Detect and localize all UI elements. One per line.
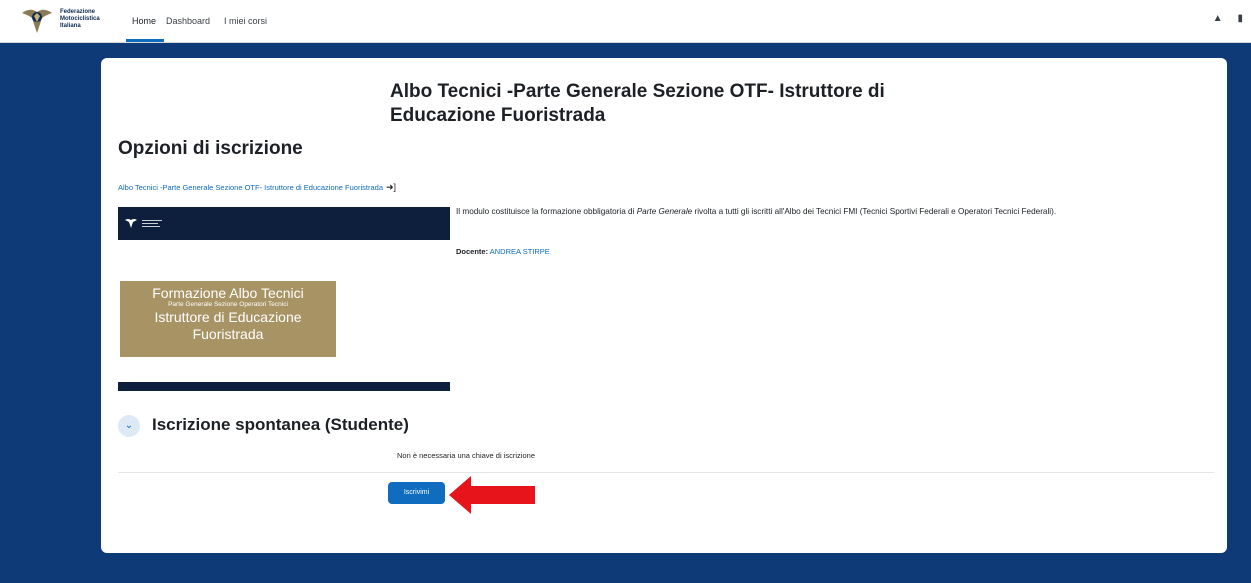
chat-icon[interactable]: ▮ <box>1237 13 1243 24</box>
main-content-card: Albo Tecnici -Parte Generale Sezione OTF… <box>101 58 1227 553</box>
course-image-line2: Parte Generale Sezione Operatori Tecnici <box>168 301 288 308</box>
course-image-title-box: Formazione Albo Tecnici Parte Generale S… <box>120 281 336 357</box>
course-title: Albo Tecnici -Parte Generale Sezione OTF… <box>390 81 885 126</box>
top-navbar: Federazione Motociclistica Italiana Home… <box>0 0 1251 43</box>
course-image-footer-band <box>118 382 450 391</box>
course-image-line4: Fuoristrada <box>192 326 264 342</box>
enrol-me-button[interactable]: Iscrivimi <box>388 482 445 504</box>
teacher-label: Docente: <box>456 247 489 256</box>
nav-home[interactable]: Home <box>132 16 156 26</box>
course-link[interactable]: Albo Tecnici -Parte Generale Sezione OTF… <box>118 182 396 193</box>
teacher-name-link[interactable]: ANDREA STIRPE <box>490 247 550 256</box>
site-logo[interactable]: Federazione Motociclistica Italiana <box>20 3 116 37</box>
course-image: Formazione Albo Tecnici Parte Generale S… <box>118 207 450 391</box>
chevron-down-icon[interactable]: ⌄ <box>118 415 140 437</box>
nav-my-courses[interactable]: I miei corsi <box>224 16 267 26</box>
page-title: Opzioni di iscrizione <box>118 138 303 159</box>
fmi-emblem-icon <box>125 219 137 228</box>
nav-dashboard[interactable]: Dashboard <box>166 16 210 26</box>
enter-course-icon[interactable]: ➜] <box>386 182 396 192</box>
self-enrolment-title: Iscrizione spontanea (Studente) <box>152 415 409 434</box>
course-image-header-band <box>118 207 450 240</box>
no-enrolment-key-note: Non è necessaria una chiave di iscrizion… <box>397 451 535 460</box>
course-image-line1: Formazione Albo Tecnici <box>152 285 304 301</box>
red-arrow-annotation-icon <box>449 476 535 514</box>
active-nav-indicator <box>126 39 164 42</box>
fmi-emblem-icon <box>22 9 52 33</box>
course-summary: Il modulo costituisce la formazione obbl… <box>456 207 1057 216</box>
course-link-text[interactable]: Albo Tecnici -Parte Generale Sezione OTF… <box>118 183 383 192</box>
bell-icon[interactable]: ▲ <box>1213 13 1223 24</box>
divider <box>118 472 1214 473</box>
course-teacher: Docente: ANDREA STIRPE <box>456 247 550 256</box>
course-image-line3: Istruttore di Educazione <box>154 309 302 325</box>
logo-text: Federazione Motociclistica Italiana <box>60 9 100 29</box>
user-menu-icons: ▲ ▮ <box>1201 13 1243 24</box>
